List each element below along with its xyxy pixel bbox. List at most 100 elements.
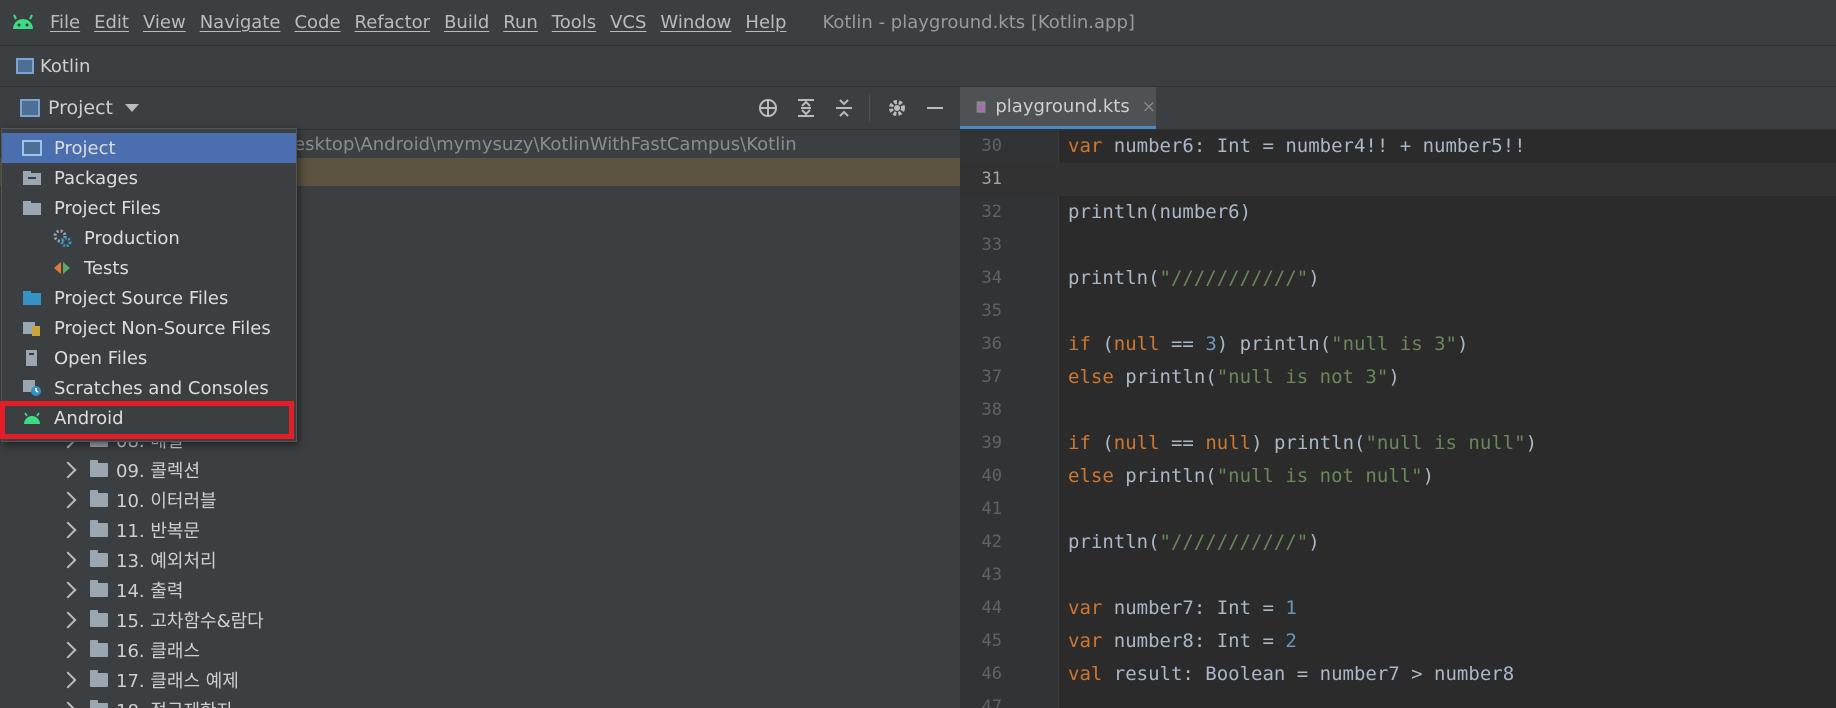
view-option-open-files[interactable]: Open Files <box>2 343 296 373</box>
menu-file[interactable]: File <box>50 12 80 33</box>
code-line-current[interactable]: 31 <box>960 163 1836 196</box>
code-line[interactable]: 35 <box>960 295 1836 328</box>
view-option-production[interactable]: Production <box>2 223 296 253</box>
chevron-right-icon[interactable] <box>59 581 77 599</box>
tree-item[interactable]: 16. 클래스 <box>0 635 200 665</box>
chevron-down-icon[interactable] <box>125 104 140 112</box>
tree-item[interactable]: 17. 클래스 예제 <box>0 665 239 695</box>
collapse-all-icon[interactable] <box>831 95 857 121</box>
code-fragment: number7: Int = <box>1102 597 1286 619</box>
code-line[interactable]: 46 val result: Boolean = number7 > numbe… <box>960 658 1836 691</box>
string-literal: "///////////" <box>1159 531 1309 553</box>
tree-item[interactable]: 18. 접근제한자 <box>0 695 233 708</box>
code-line[interactable]: 47 <box>960 691 1836 708</box>
menu-build[interactable]: Build <box>444 12 489 33</box>
folder-icon <box>90 700 108 708</box>
minimize-icon[interactable] <box>922 95 948 121</box>
code-fragment: ) <box>1422 465 1435 487</box>
project-view-icon <box>22 139 42 157</box>
code-fragment: ) println( <box>1251 432 1366 454</box>
tree-item[interactable]: 15. 고차함수&람다 <box>0 605 264 635</box>
tree-item-label: 17. 클래스 예제 <box>116 671 239 692</box>
code-text: if (null == 3) println("null is 3") <box>1068 328 1468 361</box>
view-option-packages[interactable]: Packages <box>2 163 296 193</box>
chevron-right-icon[interactable] <box>59 701 77 708</box>
folder-icon <box>90 550 108 567</box>
chevron-right-icon[interactable] <box>59 671 77 689</box>
folder-icon <box>90 490 108 507</box>
view-option-project-files[interactable]: Project Files <box>2 193 296 223</box>
tree-item[interactable]: 09. 콜렉션 <box>0 455 200 485</box>
expand-all-icon[interactable] <box>793 95 819 121</box>
code-fragment: println( <box>1113 465 1217 487</box>
tree-item[interactable]: 14. 출력 <box>0 575 183 605</box>
menu-tools[interactable]: Tools <box>552 12 596 33</box>
tree-item-label: 09. 콜렉션 <box>116 461 201 482</box>
project-toolbar: Project <box>0 87 960 130</box>
code-line[interactable]: 30 var number6: Int = number4!! + number… <box>960 130 1836 163</box>
scratches-icon <box>22 379 42 397</box>
code-fragment: ( <box>1090 432 1114 454</box>
chevron-right-icon[interactable] <box>59 551 77 569</box>
menu-navigate[interactable]: Navigate <box>200 12 281 33</box>
breadcrumb[interactable]: Kotlin <box>40 56 90 77</box>
keyword: var <box>1068 135 1103 157</box>
project-view-selector[interactable]: Project <box>48 97 113 119</box>
view-option-tests[interactable]: Tests <box>2 253 296 283</box>
menu-vcs[interactable]: VCS <box>610 12 646 33</box>
chevron-right-icon[interactable] <box>59 461 77 479</box>
chevron-right-icon[interactable] <box>59 611 77 629</box>
line-number: 37 <box>981 367 1002 387</box>
code-line[interactable]: 36 if (null == 3) println("null is 3") <box>960 328 1836 361</box>
folder-icon <box>90 610 108 627</box>
code-editor[interactable]: 30 var number6: Int = number4!! + number… <box>960 130 1836 708</box>
tree-item[interactable]: 13. 예외처리 <box>0 545 217 575</box>
close-icon[interactable]: × <box>1142 97 1156 117</box>
line-number: 33 <box>981 235 1002 255</box>
code-line[interactable]: 44 var number7: Int = 1 <box>960 592 1836 625</box>
code-line[interactable]: 34 println("///////////") <box>960 262 1836 295</box>
tab-playground-kts[interactable]: playground.kts × <box>960 87 1156 129</box>
code-line[interactable]: 40 else println("null is not null") <box>960 460 1836 493</box>
menu-edit[interactable]: Edit <box>94 12 129 33</box>
menu-help[interactable]: Help <box>745 12 786 33</box>
code-line[interactable]: 38 <box>960 394 1836 427</box>
chevron-right-icon[interactable] <box>59 521 77 539</box>
option-label: Production <box>84 227 180 249</box>
project-tool-icons <box>755 87 960 129</box>
line-number: 36 <box>981 334 1002 354</box>
code-line[interactable]: 33 <box>960 229 1836 262</box>
view-option-project-source-files[interactable]: Project Source Files <box>2 283 296 313</box>
code-text: println("///////////") <box>1068 262 1320 295</box>
tree-item-label: 10. 이터러블 <box>116 491 217 512</box>
menu-window[interactable]: Window <box>660 12 731 33</box>
view-option-project[interactable]: Project <box>2 133 296 163</box>
code-line[interactable]: 32 println(number6) <box>960 196 1836 229</box>
number-literal: 1 <box>1285 597 1297 619</box>
chevron-right-icon[interactable] <box>59 491 77 509</box>
code-line[interactable]: 42 println("///////////") <box>960 526 1836 559</box>
menu-code[interactable]: Code <box>294 12 340 33</box>
gear-icon[interactable] <box>884 95 910 121</box>
view-option-project-non-source-files[interactable]: Project Non-Source Files <box>2 313 296 343</box>
menu-refactor[interactable]: Refactor <box>355 12 431 33</box>
code-line[interactable]: 37 else println("null is not 3") <box>960 361 1836 394</box>
line-number: 46 <box>981 664 1002 684</box>
number-literal: 2 <box>1285 630 1297 652</box>
tree-item[interactable]: 10. 이터러블 <box>0 485 217 515</box>
code-line[interactable]: 41 <box>960 493 1836 526</box>
code-line[interactable]: 39 if (null == null) println("null is nu… <box>960 427 1836 460</box>
keyword: val <box>1068 663 1103 685</box>
tree-item[interactable]: 11. 반복문 <box>0 515 200 545</box>
locate-icon[interactable] <box>755 95 781 121</box>
code-line[interactable]: 43 <box>960 559 1836 592</box>
chevron-right-icon[interactable] <box>59 641 77 659</box>
code-line[interactable]: 45 var number8: Int = 2 <box>960 625 1836 658</box>
line-number: 30 <box>981 136 1002 156</box>
view-option-scratches-and-consoles[interactable]: Scratches and Consoles <box>2 373 296 403</box>
menu-view[interactable]: View <box>143 12 186 33</box>
line-number: 44 <box>981 598 1002 618</box>
menu-run[interactable]: Run <box>503 12 538 33</box>
line-number: 47 <box>981 697 1002 708</box>
keyword: null <box>1113 432 1160 454</box>
